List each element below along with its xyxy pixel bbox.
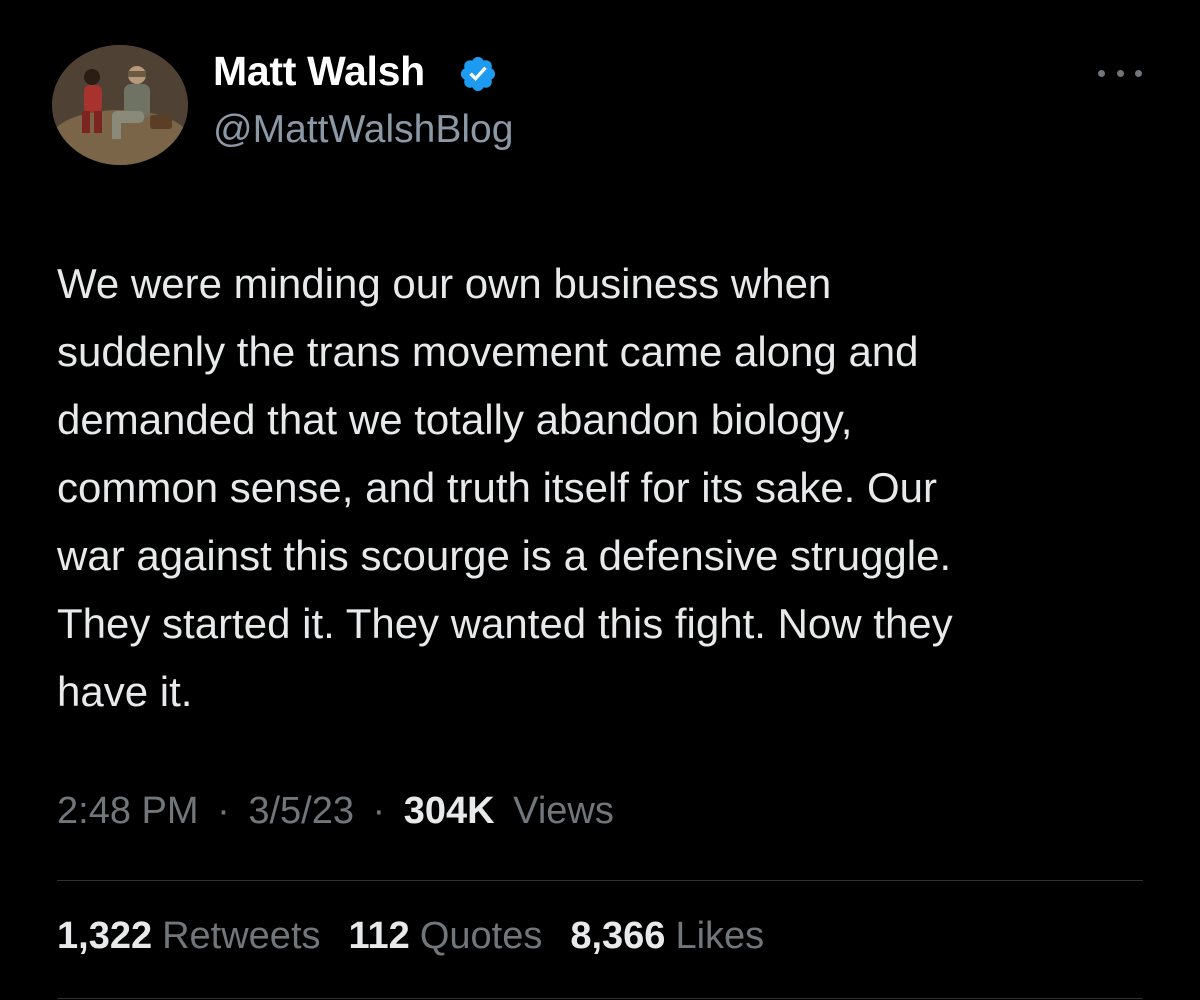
more-horizontal-icon[interactable]: [1098, 58, 1142, 88]
tweet-text: We were minding our own business when su…: [57, 260, 953, 715]
avatar[interactable]: [52, 45, 188, 165]
tweet-date[interactable]: 3/5/23: [248, 790, 354, 832]
quotes-stat[interactable]: 112 Quotes: [349, 915, 543, 958]
divider: [57, 998, 1143, 999]
tweet-container: Matt Walsh @MattWalshBlog We were mindin…: [0, 0, 1200, 1000]
author-display-name[interactable]: Matt Walsh: [213, 48, 425, 95]
quotes-label: Quotes: [419, 915, 543, 957]
likes-count: 8,366: [570, 915, 666, 957]
tweet-metadata: 2:48 PM · 3/5/23 · 304K Views: [57, 790, 614, 833]
meta-separator: ·: [217, 790, 230, 832]
meta-separator: ·: [372, 790, 386, 832]
more-dot: [1135, 69, 1142, 77]
avatar-photo: [52, 45, 188, 165]
quotes-count: 112: [348, 915, 410, 957]
more-dot: [1098, 69, 1105, 77]
likes-label: Likes: [675, 915, 765, 957]
author-handle[interactable]: @MattWalshBlog: [213, 108, 513, 152]
more-dot: [1116, 69, 1124, 77]
likes-stat[interactable]: 8,366 Likes: [570, 915, 764, 958]
views-label[interactable]: Views: [513, 790, 614, 832]
views-count[interactable]: 304K: [404, 790, 495, 832]
retweets-stat[interactable]: 1,322 Retweets: [57, 915, 321, 958]
divider: [57, 880, 1143, 881]
verified-badge-icon[interactable]: [458, 54, 498, 94]
retweets-label: Retweets: [162, 915, 321, 957]
retweets-count: 1,322: [57, 915, 153, 957]
engagement-stats: 1,322 Retweets 112 Quotes 8,366 Likes: [57, 915, 792, 958]
tweet-time[interactable]: 2:48 PM: [57, 790, 199, 832]
